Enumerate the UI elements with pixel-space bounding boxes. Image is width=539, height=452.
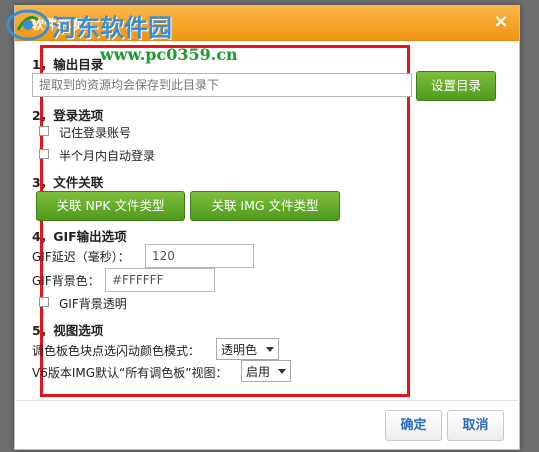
footer-divider (16, 400, 518, 401)
v6-palette-view-label: V6版本IMG默认“所有调色板”视图： (32, 366, 228, 380)
palette-blink-value: 透明色 (221, 343, 258, 357)
gif-bg-color-label: GIF背景色： (32, 274, 100, 288)
palette-blink-select[interactable]: 透明色 (216, 338, 279, 360)
associate-npk-button[interactable]: 关联 NPK 文件类型 (36, 191, 185, 221)
close-button[interactable]: × (491, 12, 511, 32)
chevron-down-icon (266, 347, 274, 352)
auto-login-label: 半个月内自动登录 (59, 149, 156, 163)
gif-transparent-label: GIF背景透明 (59, 297, 127, 311)
cancel-button[interactable]: 取消 (447, 410, 504, 441)
dialog-titlebar[interactable]: 软件选项 × (15, 6, 519, 41)
set-directory-button[interactable]: 设置目录 (416, 71, 496, 101)
remember-account-label: 记住登录账号 (59, 126, 132, 140)
chevron-down-icon (278, 369, 286, 374)
v6-palette-view-value: 启用 (246, 365, 271, 379)
ok-button[interactable]: 确定 (385, 410, 442, 441)
login-options-heading: 2，登录选项 (32, 108, 104, 123)
file-association-heading: 3，文件关联 (32, 175, 104, 190)
output-dir-heading: 1，输出目录 (32, 57, 104, 72)
options-dialog: 软件选项 × 1，输出目录 设置目录 2，登录选项 记住登录账号 半个月内自动登… (14, 5, 520, 450)
gif-delay-label: GIF延迟（毫秒）： (32, 250, 130, 264)
output-dir-input[interactable] (32, 73, 412, 97)
palette-blink-label: 调色板色块点选闪动颜色模式： (32, 344, 201, 358)
gif-bg-color-input[interactable] (105, 268, 215, 292)
dialog-title: 软件选项 (31, 18, 84, 33)
associate-img-button[interactable]: 关联 IMG 文件类型 (190, 191, 340, 221)
auto-login-checkbox[interactable] (39, 149, 49, 159)
v6-palette-view-select[interactable]: 启用 (241, 360, 291, 382)
gif-delay-input[interactable] (145, 244, 254, 268)
gif-options-heading: 4，GIF输出选项 (32, 229, 127, 244)
remember-account-checkbox[interactable] (39, 126, 49, 136)
view-options-heading: 5，视图选项 (32, 323, 104, 338)
gif-transparent-checkbox[interactable] (39, 297, 49, 307)
